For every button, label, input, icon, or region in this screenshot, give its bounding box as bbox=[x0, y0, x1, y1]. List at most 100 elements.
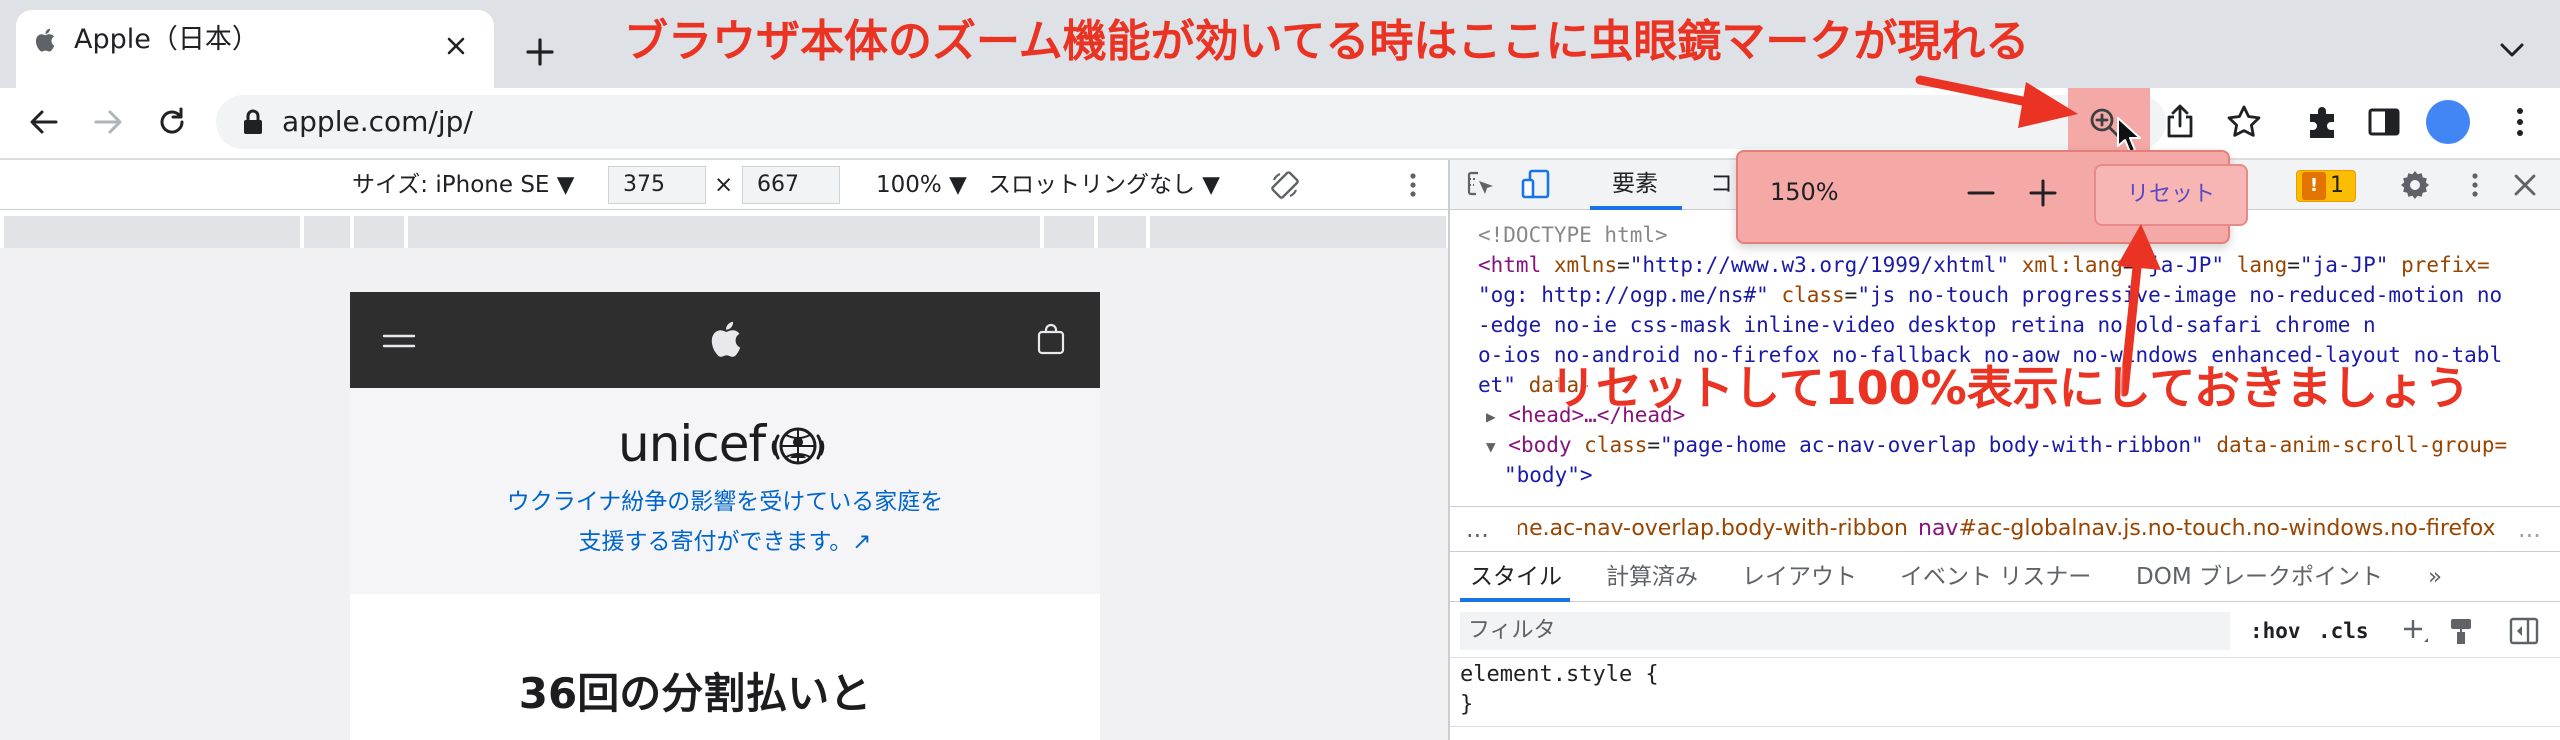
device-width-input[interactable]: 375 bbox=[608, 166, 706, 204]
attr-value: "page-home ac-nav-overlap body-with-ribb… bbox=[1660, 433, 2204, 457]
breadcrumb-overflow-right[interactable]: ... bbox=[2518, 506, 2541, 552]
dimension-times: × bbox=[714, 172, 734, 198]
zoom-in-plus-icon[interactable] bbox=[2026, 176, 2060, 210]
apple-favicon-icon bbox=[30, 24, 62, 56]
rule-divider bbox=[1450, 726, 2560, 727]
zoom-level-text: 150% bbox=[1770, 178, 1839, 206]
address-bar[interactable] bbox=[216, 95, 2166, 149]
ruler-separator bbox=[300, 216, 304, 248]
attr-name: data-anim-scroll-group= bbox=[2216, 433, 2508, 457]
new-tab-plus-icon[interactable] bbox=[520, 32, 560, 72]
hero-headline: 36回の分割払いと bbox=[518, 669, 872, 718]
browser-menu-kebab-icon[interactable] bbox=[2502, 104, 2538, 140]
settings-gear-icon[interactable] bbox=[2398, 168, 2432, 202]
ruler-separator bbox=[350, 216, 354, 248]
tab-console-partial[interactable]: コ bbox=[1710, 160, 1733, 208]
html-tag: <html bbox=[1478, 253, 1542, 277]
media-query-ruler[interactable] bbox=[4, 216, 1446, 248]
zoom-out-minus-icon[interactable] bbox=[1964, 176, 1998, 210]
ribbon-text-line2[interactable]: 支援する寄付ができます。↗ bbox=[350, 522, 1100, 562]
tab-layout[interactable]: レイアウト bbox=[1742, 552, 1857, 602]
ruler-separator bbox=[1094, 216, 1098, 248]
expand-triangle-icon[interactable]: ▶ bbox=[1486, 407, 1496, 426]
unicef-wordmark: unicef bbox=[618, 415, 766, 473]
tab-event-listeners[interactable]: イベント リスナー bbox=[1900, 552, 2091, 602]
paint-brush-icon[interactable] bbox=[2446, 616, 2476, 646]
tab-elements[interactable]: 要素 bbox=[1612, 160, 1658, 208]
styles-filter-input[interactable]: フィルタ bbox=[1460, 612, 2230, 650]
attr-name: prefix= bbox=[2401, 253, 2490, 277]
code-doctype[interactable]: <!DOCTYPE html> bbox=[1478, 220, 1668, 250]
tab-computed[interactable]: 計算済み bbox=[1606, 552, 1698, 602]
attr-value: "js no-touch progressive-image no-reduce… bbox=[1857, 283, 2503, 307]
breadcrumb-nav[interactable]: nav#ac-globalnav.js.no-touch.no-windows.… bbox=[1918, 506, 2496, 552]
devtools-close-icon[interactable] bbox=[2512, 172, 2538, 198]
ruler-separator bbox=[1040, 216, 1044, 248]
code-line-3[interactable]: -edge no-ie css-mask inline-video deskto… bbox=[1478, 310, 2376, 340]
attr-value: et" bbox=[1478, 373, 1516, 397]
attr-name: lang bbox=[2236, 253, 2288, 277]
tab-title: Apple（日本） bbox=[74, 24, 259, 55]
shopping-bag-icon[interactable] bbox=[1036, 322, 1066, 356]
code-body-line-2[interactable]: "body"> bbox=[1504, 460, 1593, 490]
annotation-top: ブラウザ本体のズーム機能が効いてる時はここに虫眼鏡マークが現れる bbox=[624, 16, 2030, 67]
lock-icon[interactable] bbox=[242, 108, 264, 136]
tab-styles[interactable]: スタイル bbox=[1470, 552, 1562, 602]
tab-styles-active-indicator bbox=[1460, 598, 1570, 602]
breadcrumb-body-text: body.page-home.ac-nav-overlap.body-with-… bbox=[1518, 516, 1908, 541]
profile-avatar[interactable] bbox=[2426, 100, 2470, 144]
ruler-separator bbox=[404, 216, 408, 248]
ruler-separator bbox=[1146, 216, 1150, 248]
forward-arrow-icon[interactable] bbox=[90, 104, 126, 140]
tab-more[interactable]: » bbox=[2428, 552, 2442, 602]
attr-value: "ja-JP" bbox=[2135, 253, 2225, 277]
device-size-dropdown[interactable]: サイズ: iPhone SE ▼ bbox=[352, 160, 574, 210]
new-style-rule-plus-icon[interactable] bbox=[2400, 616, 2430, 646]
toggle-sidebar-icon[interactable] bbox=[2508, 616, 2540, 646]
element-style-rule[interactable]: element.style { bbox=[1460, 660, 1659, 690]
device-zoom-dropdown[interactable]: 100% ▼ bbox=[876, 160, 967, 210]
reload-icon[interactable] bbox=[154, 104, 190, 140]
attr-name: class bbox=[1584, 433, 1648, 457]
collapse-triangle-icon[interactable]: ▼ bbox=[1486, 437, 1496, 456]
hamburger-menu-icon[interactable] bbox=[382, 328, 416, 354]
inspect-element-icon[interactable] bbox=[1466, 170, 1496, 200]
cls-toggle[interactable]: .cls bbox=[2318, 612, 2369, 650]
attr-name: xml:lang bbox=[2021, 253, 2123, 277]
devtools-kebab-icon[interactable] bbox=[2460, 170, 2490, 200]
attr-name: xmlns bbox=[1553, 253, 1618, 277]
rotate-device-icon[interactable] bbox=[1270, 170, 1300, 200]
attr-value: "og: http://ogp.me/ns#" bbox=[1478, 283, 1769, 307]
code-body-line[interactable]: ▼ <body class="page-home ac-nav-overlap … bbox=[1486, 430, 2507, 462]
device-toolbar-kebab-icon[interactable] bbox=[1398, 170, 1428, 200]
breadcrumb-nav-tag: nav bbox=[1918, 516, 1959, 541]
code-line-2[interactable]: "og: http://ogp.me/ns#" class="js no-tou… bbox=[1478, 280, 2502, 310]
back-arrow-icon[interactable] bbox=[26, 104, 62, 140]
annotation-bottom: リセットして100%表示にしておきましょう bbox=[1550, 361, 2470, 415]
zoom-reset-button[interactable]: リセット bbox=[2094, 164, 2248, 226]
device-height-input[interactable]: 667 bbox=[742, 166, 840, 204]
tab-elements-active-indicator bbox=[1590, 206, 1682, 210]
share-icon[interactable] bbox=[2160, 102, 2200, 142]
throttling-dropdown[interactable]: スロットリングなし ▼ bbox=[988, 160, 1220, 210]
breadcrumb-overflow[interactable]: ... bbox=[1466, 506, 1489, 552]
attr-name: class bbox=[1781, 283, 1845, 307]
breadcrumb-nav-selector: #ac-globalnav.js.no-touch.no-windows.no-… bbox=[1958, 516, 2496, 541]
breadcrumb-body[interactable]: body.page-home.ac-nav-overlap.body-with-… bbox=[1518, 506, 1908, 552]
apple-logo-icon[interactable] bbox=[706, 318, 742, 360]
issues-count: 1 bbox=[2330, 173, 2344, 198]
url-text[interactable]: apple.com/jp/ bbox=[282, 98, 473, 146]
ribbon-text-line1[interactable]: ウクライナ紛争の影響を受けている家庭を bbox=[350, 482, 1100, 522]
tab-close-icon[interactable] bbox=[444, 34, 468, 58]
hov-toggle[interactable]: :hov bbox=[2250, 612, 2301, 650]
extensions-puzzle-icon[interactable] bbox=[2302, 102, 2342, 142]
tab-dom-breakpoints[interactable]: DOM ブレークポイント bbox=[2136, 552, 2383, 602]
code-html-line[interactable]: <html xmlns="http://www.w3.org/1999/xhtm… bbox=[1478, 250, 2490, 280]
bookmark-star-icon[interactable] bbox=[2224, 102, 2264, 142]
warning-icon: ! bbox=[2302, 172, 2326, 200]
tab-search-chevron-down-icon[interactable] bbox=[2496, 38, 2528, 62]
side-panel-icon[interactable] bbox=[2366, 104, 2402, 140]
unicef-globe-logo-icon bbox=[768, 418, 828, 474]
device-toggle-icon[interactable] bbox=[1520, 168, 1552, 200]
attr-value: "ja-JP" bbox=[2299, 253, 2389, 277]
